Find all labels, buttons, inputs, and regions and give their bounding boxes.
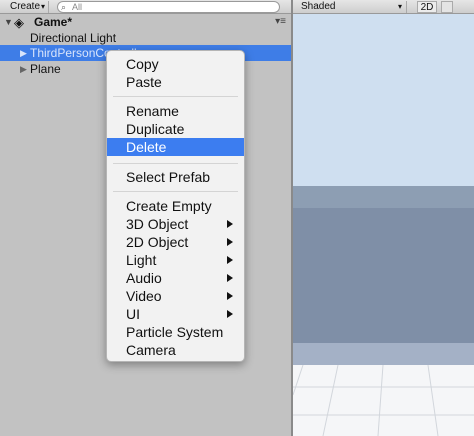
menu-item-3d-object[interactable]: 3D Object <box>107 215 244 233</box>
menu-item-label: Select Prefab <box>126 169 211 185</box>
menu-item-duplicate[interactable]: Duplicate <box>107 120 244 138</box>
menu-item-copy[interactable]: Copy <box>107 55 244 73</box>
submenu-arrow-icon <box>227 220 233 228</box>
submenu-arrow-icon <box>227 310 233 318</box>
hierarchy-item-directional-light[interactable]: Directional Light <box>0 30 291 46</box>
dropdown-arrow-icon: ▾ <box>397 2 402 11</box>
search-placeholder: All <box>72 2 83 12</box>
menu-item-label: Create Empty <box>126 198 212 214</box>
menu-item-rename[interactable]: Rename <box>107 102 244 120</box>
menu-item-light[interactable]: Light <box>107 251 244 269</box>
scene-horizon <box>293 186 474 208</box>
toggle-2d-button[interactable]: 2D <box>417 1 437 13</box>
hierarchy-item-label: Plane <box>30 62 61 76</box>
scene-menu-icon[interactable]: ▾≡ <box>275 14 286 30</box>
menu-item-label: 2D Object <box>126 234 189 250</box>
scene-view-panel[interactable]: Shaded ▾ 2D <box>293 0 474 436</box>
submenu-arrow-icon <box>227 292 233 300</box>
scene-name: Game* <box>34 15 73 29</box>
shading-mode-dropdown[interactable]: Shaded ▾ <box>301 1 407 13</box>
scene-sky <box>293 14 474 186</box>
context-menu: Copy Paste Rename Duplicate Delete Selec… <box>106 50 245 362</box>
menu-item-ui[interactable]: UI <box>107 305 244 323</box>
menu-item-camera[interactable]: Camera <box>107 341 244 359</box>
submenu-arrow-icon <box>227 256 233 264</box>
create-label: Create <box>10 1 41 12</box>
scene-floor-edge <box>293 343 474 365</box>
menu-item-label: Particle System <box>126 324 224 340</box>
dropdown-arrow-icon: ▾ <box>40 2 45 11</box>
menu-separator <box>113 96 238 97</box>
menu-item-select-prefab[interactable]: Select Prefab <box>107 168 244 186</box>
menu-item-audio[interactable]: Audio <box>107 269 244 287</box>
menu-item-label: Camera <box>126 342 176 358</box>
unity-scene-icon: ◈ <box>14 15 24 30</box>
menu-item-2d-object[interactable]: 2D Object <box>107 233 244 251</box>
menu-item-label: UI <box>126 306 140 322</box>
foldout-expanded-icon[interactable]: ▼ <box>4 14 13 30</box>
hierarchy-search-input[interactable]: ⌕ All <box>57 1 280 13</box>
menu-item-label: Paste <box>126 74 162 90</box>
menu-separator <box>113 163 238 164</box>
foldout-collapsed-icon[interactable]: ▶ <box>20 61 27 77</box>
menu-item-particle-system[interactable]: Particle System <box>107 323 244 341</box>
menu-item-label: Audio <box>126 270 162 286</box>
menu-item-label: Copy <box>126 56 159 72</box>
create-dropdown-button[interactable]: Create ▾ <box>2 1 49 13</box>
scene-grid <box>293 365 474 436</box>
menu-item-create-empty[interactable]: Create Empty <box>107 197 244 215</box>
scene-root-row[interactable]: ▼ ◈ Game* ▾≡ <box>0 14 291 30</box>
menu-item-label: 3D Object <box>126 216 189 232</box>
menu-item-label: Rename <box>126 103 179 119</box>
menu-separator <box>113 191 238 192</box>
scene-lighting-toggle[interactable] <box>441 1 453 13</box>
menu-item-label: Light <box>126 252 157 268</box>
scene-toolbar: Shaded ▾ 2D <box>293 0 474 14</box>
scene-ground <box>293 208 474 343</box>
menu-item-delete[interactable]: Delete <box>107 138 244 156</box>
menu-item-label: Video <box>126 288 162 304</box>
search-icon: ⌕ <box>61 2 67 12</box>
menu-item-label: Delete <box>126 139 167 155</box>
foldout-collapsed-icon[interactable]: ▶ <box>20 45 27 61</box>
menu-item-paste[interactable]: Paste <box>107 73 244 91</box>
menu-item-video[interactable]: Video <box>107 287 244 305</box>
hierarchy-item-label: Directional Light <box>30 31 117 45</box>
shading-mode-label: Shaded <box>301 1 336 12</box>
submenu-arrow-icon <box>227 238 233 246</box>
menu-item-label: Duplicate <box>126 121 185 137</box>
submenu-arrow-icon <box>227 274 233 282</box>
hierarchy-toolbar: Create ▾ ⌕ All <box>0 0 291 14</box>
